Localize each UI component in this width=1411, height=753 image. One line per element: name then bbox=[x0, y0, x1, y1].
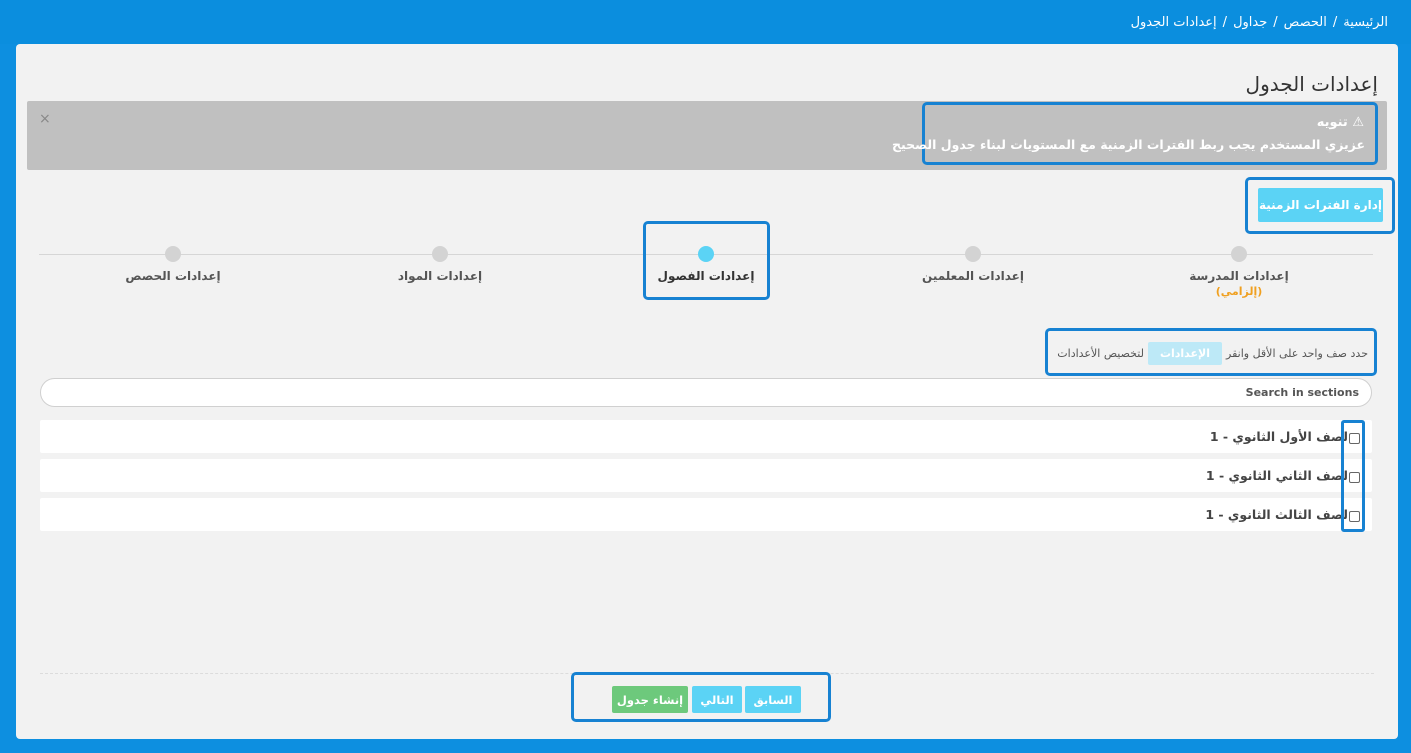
create-table-button[interactable]: إنشاء جدول bbox=[612, 686, 688, 713]
breadcrumb-home[interactable]: الرئيسية bbox=[1343, 15, 1388, 30]
checkboxes-highlight bbox=[1341, 420, 1365, 532]
section-row[interactable]: لصف الأول الثانوي - 1 bbox=[40, 420, 1372, 453]
section-row[interactable]: لصف الثاني الثانوي - 1 bbox=[40, 459, 1372, 492]
step-label: إعدادات المدرسة bbox=[1189, 269, 1289, 283]
step-dot bbox=[965, 246, 981, 262]
close-icon[interactable]: × bbox=[39, 111, 51, 127]
footer-buttons-highlight: إنشاء جدول التالي السابق bbox=[571, 672, 831, 722]
section-row[interactable]: لصف الثالث الثانوي - 1 bbox=[40, 498, 1372, 531]
breadcrumb-classes[interactable]: الحصص bbox=[1284, 15, 1327, 30]
instruction-after: لتخصيص الأعدادات bbox=[1057, 347, 1144, 360]
warning-icon: ⚠ bbox=[1352, 115, 1364, 130]
step-periods-settings[interactable]: إعدادات الحصص bbox=[93, 246, 253, 283]
settings-button[interactable]: الإعدادات bbox=[1147, 342, 1223, 365]
step-dot bbox=[432, 246, 448, 262]
instruction-highlight: حدد صف واحد على الأقل وانقر الإعدادات لت… bbox=[1045, 328, 1377, 376]
alert-highlight: ⚠ تنويه عزيزي المستخدم يجب ربط الفترات ا… bbox=[892, 102, 1378, 165]
top-bar: الرئيسية / الحصص / جداول / إعدادات الجدول bbox=[0, 0, 1411, 44]
previous-button[interactable]: السابق bbox=[745, 686, 801, 713]
alert-title: ⚠ تنويه bbox=[1317, 115, 1364, 130]
next-button[interactable]: التالي bbox=[692, 686, 742, 713]
step-required-note: (إلزامي) bbox=[1215, 285, 1263, 298]
step-subjects-settings[interactable]: إعدادات المواد bbox=[360, 246, 520, 283]
alert-title-text: تنويه bbox=[1316, 115, 1348, 130]
sections-search-input[interactable] bbox=[40, 378, 1372, 407]
breadcrumb-tables[interactable]: جداول bbox=[1233, 15, 1267, 30]
instruction: حدد صف واحد على الأقل وانقر الإعدادات لت… bbox=[1057, 342, 1368, 365]
section-checkbox[interactable] bbox=[1349, 511, 1360, 522]
main-card: إعدادات الجدول × ⚠ تنويه عزيزي المستخدم … bbox=[16, 44, 1398, 739]
breadcrumb-separator: / bbox=[1222, 15, 1228, 30]
section-checkbox[interactable] bbox=[1349, 472, 1360, 483]
step-dot bbox=[165, 246, 181, 262]
active-step-highlight bbox=[643, 221, 770, 300]
step-dot bbox=[1231, 246, 1247, 262]
breadcrumb-separator: / bbox=[1332, 15, 1338, 30]
step-teachers-settings[interactable]: إعدادات المعلمين bbox=[893, 246, 1053, 283]
instruction-before: حدد صف واحد على الأقل وانقر bbox=[1226, 347, 1368, 360]
section-label: لصف الأول الثانوي - 1 bbox=[1209, 429, 1348, 444]
step-school-settings[interactable]: إعدادات المدرسة (إلزامي) bbox=[1159, 246, 1319, 298]
section-label: لصف الثاني الثانوي - 1 bbox=[1205, 468, 1348, 483]
warning-alert: × ⚠ تنويه عزيزي المستخدم يجب ربط الفترات… bbox=[27, 101, 1387, 170]
step-label: إعدادات المعلمين bbox=[922, 269, 1024, 283]
section-checkbox[interactable] bbox=[1349, 433, 1360, 444]
step-label: إعدادات الحصص bbox=[125, 269, 221, 283]
step-label: إعدادات المواد bbox=[397, 269, 483, 283]
section-label: لصف الثالث الثانوي - 1 bbox=[1205, 507, 1348, 522]
breadcrumb: الرئيسية / الحصص / جداول / إعدادات الجدول bbox=[1128, 15, 1391, 30]
breadcrumb-current: إعدادات الجدول bbox=[1130, 15, 1217, 30]
alert-message: عزيزي المستخدم يجب ربط الفترات الزمنية م… bbox=[891, 137, 1365, 152]
breadcrumb-separator: / bbox=[1273, 15, 1278, 30]
manage-periods-highlight: إدارة الفترات الزمنية bbox=[1245, 177, 1395, 234]
manage-time-periods-button[interactable]: إدارة الفترات الزمنية bbox=[1258, 188, 1383, 222]
page-title: إعدادات الجدول bbox=[1245, 72, 1378, 96]
